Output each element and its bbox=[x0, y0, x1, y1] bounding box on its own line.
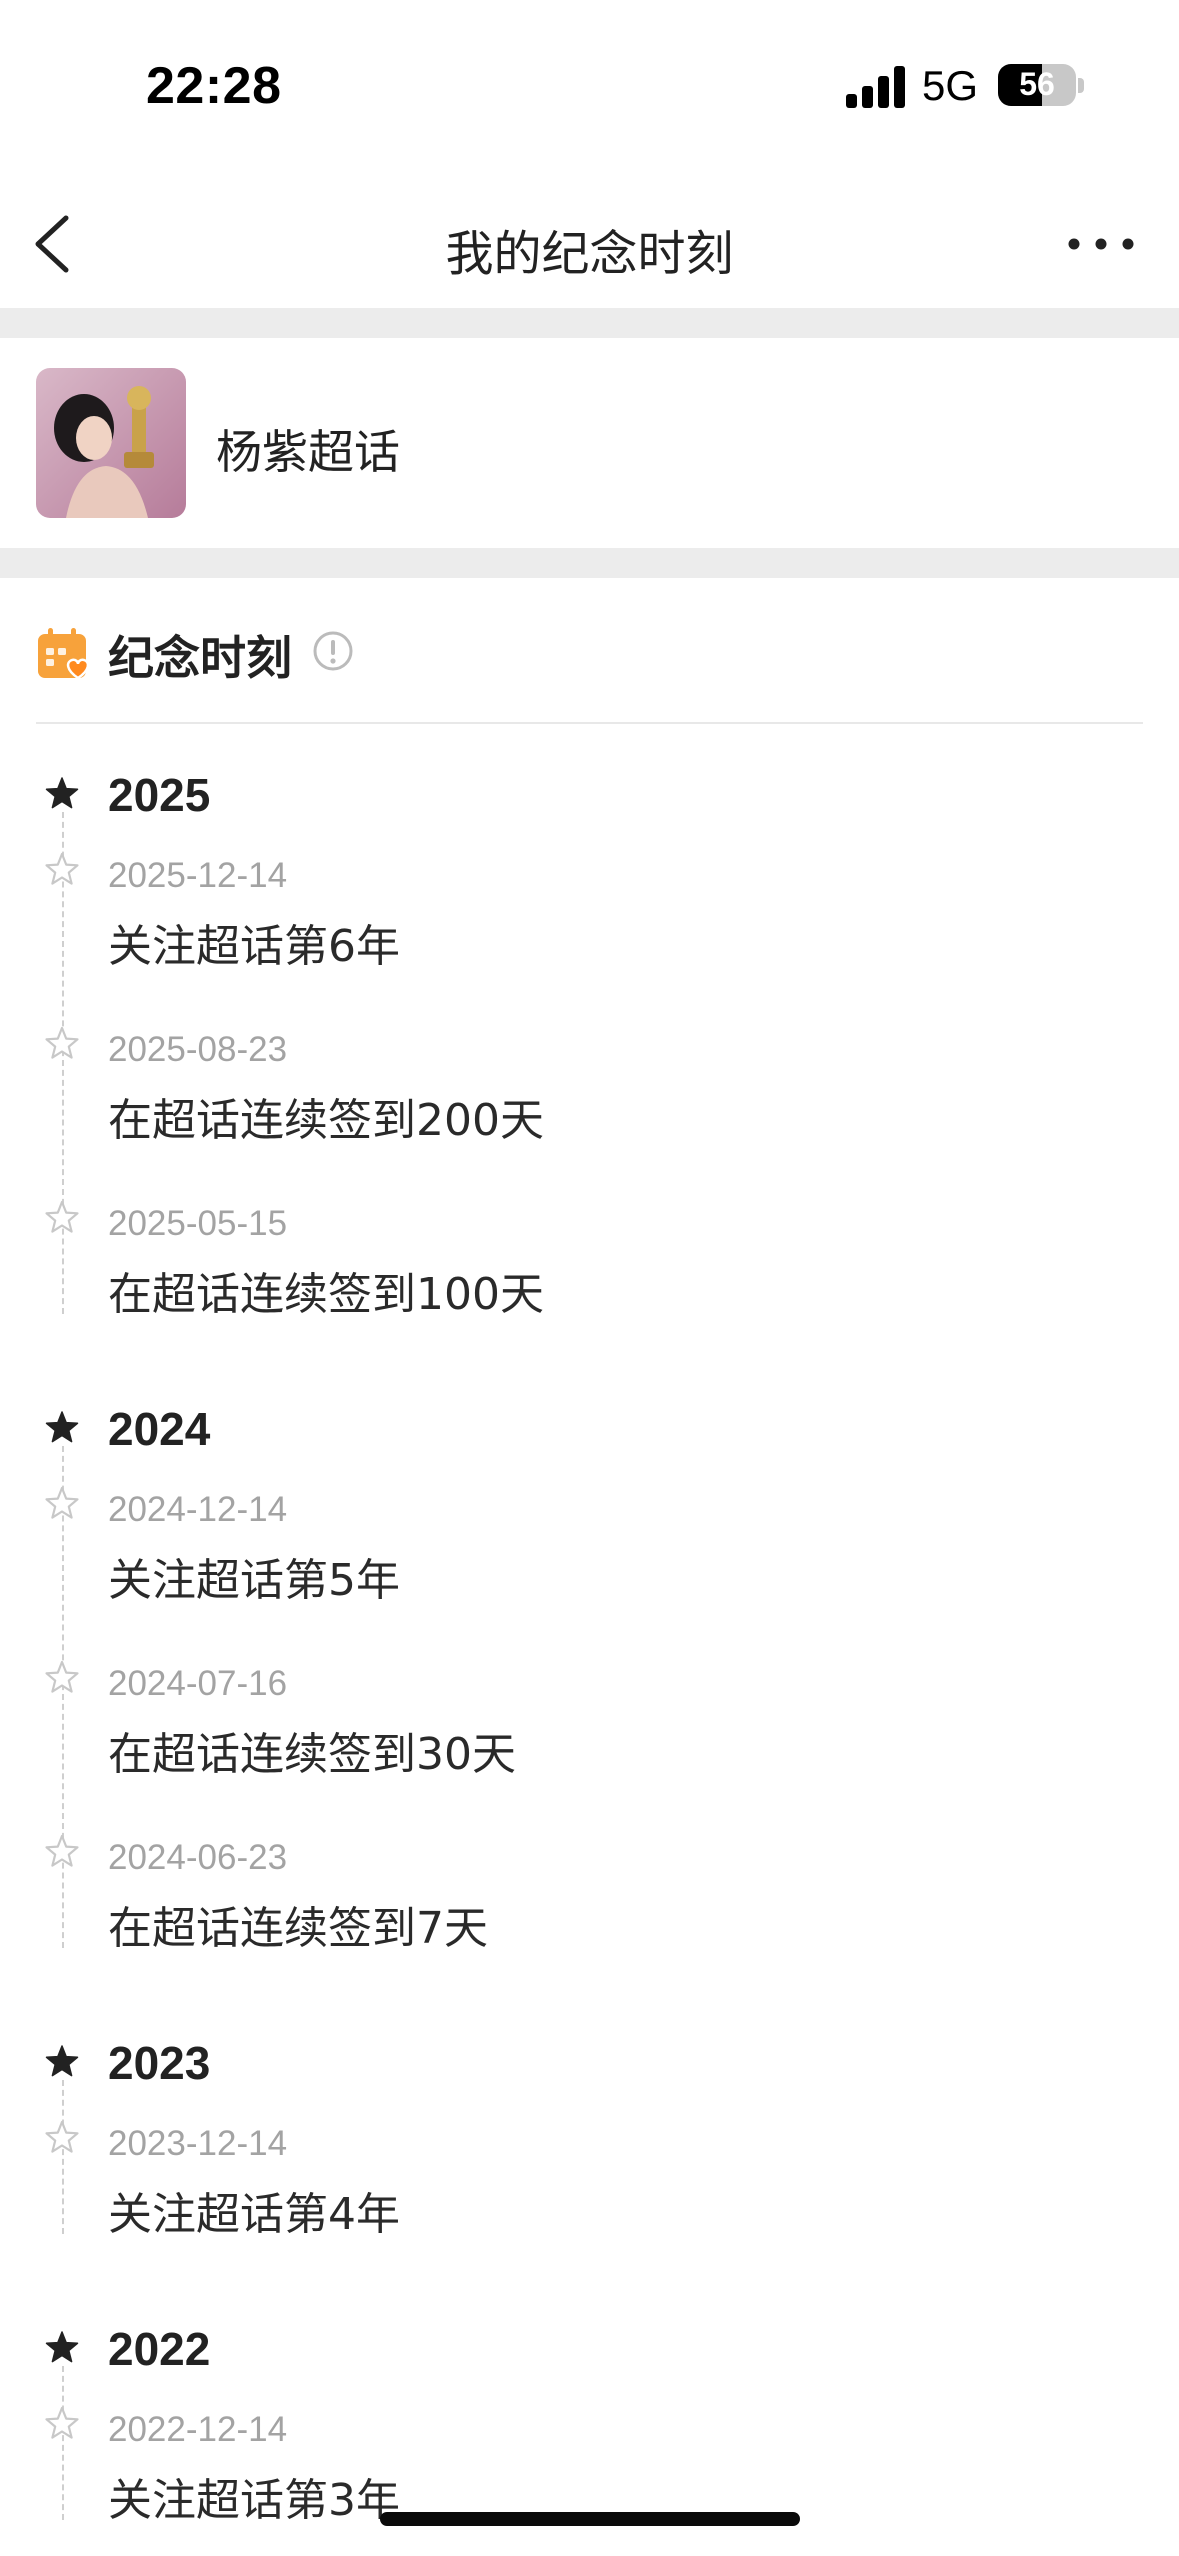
year-star-icon bbox=[45, 2331, 79, 2363]
moment-date: 2024-12-14 bbox=[108, 1490, 288, 1529]
event-star-icon bbox=[45, 852, 79, 885]
event-star-icon bbox=[45, 1200, 79, 1233]
event-star-icon bbox=[45, 1660, 79, 1693]
moment-description: 关注超话第5年 bbox=[108, 1555, 400, 1606]
timeline-year: 2024 bbox=[108, 1403, 211, 1455]
timeline-year: 2025 bbox=[108, 769, 211, 821]
moments-timeline: 2025 2025-12-14 关注超话第6年 2025-08-23 在超话连续签到20… bbox=[0, 0, 1179, 2556]
moment-date: 2024-07-16 bbox=[108, 1664, 288, 1703]
moment-date: 2022-12-14 bbox=[108, 2410, 288, 2449]
timeline-connector bbox=[62, 2080, 64, 2234]
year-star-icon bbox=[45, 777, 79, 809]
moment-description: 关注超话第6年 bbox=[108, 921, 400, 972]
year-star-icon bbox=[45, 1411, 79, 1443]
moment-description: 关注超话第4年 bbox=[108, 2189, 400, 2240]
timeline-year: 2022 bbox=[108, 2323, 211, 2375]
moment-date: 2024-06-23 bbox=[108, 1838, 288, 1877]
year-star-icon bbox=[45, 2045, 79, 2077]
timeline-connector bbox=[62, 2366, 64, 2520]
moment-description: 在超话连续签到30天 bbox=[108, 1729, 516, 1780]
event-star-icon bbox=[45, 1834, 79, 1867]
moment-description: 关注超话第3年 bbox=[108, 2475, 400, 2526]
timeline-year: 2023 bbox=[108, 2037, 211, 2089]
home-indicator bbox=[380, 2512, 800, 2526]
event-star-icon bbox=[45, 1026, 79, 1059]
moment-description: 在超话连续签到200天 bbox=[108, 1095, 544, 1146]
moment-date: 2025-12-14 bbox=[108, 856, 288, 895]
event-star-icon bbox=[45, 1486, 79, 1519]
moment-description: 在超话连续签到100天 bbox=[108, 1269, 544, 1320]
moment-description: 在超话连续签到7天 bbox=[108, 1903, 488, 1954]
moment-date: 2025-08-23 bbox=[108, 1030, 288, 1069]
moment-date: 2025-05-15 bbox=[108, 1204, 288, 1243]
moment-date: 2023-12-14 bbox=[108, 2124, 288, 2163]
event-star-icon bbox=[45, 2406, 79, 2439]
event-star-icon bbox=[45, 2120, 79, 2153]
page: 22:28 5G 56 我的纪念时刻 杨紫超话 纪念时刻 2025 2025-1… bbox=[0, 0, 1179, 2556]
